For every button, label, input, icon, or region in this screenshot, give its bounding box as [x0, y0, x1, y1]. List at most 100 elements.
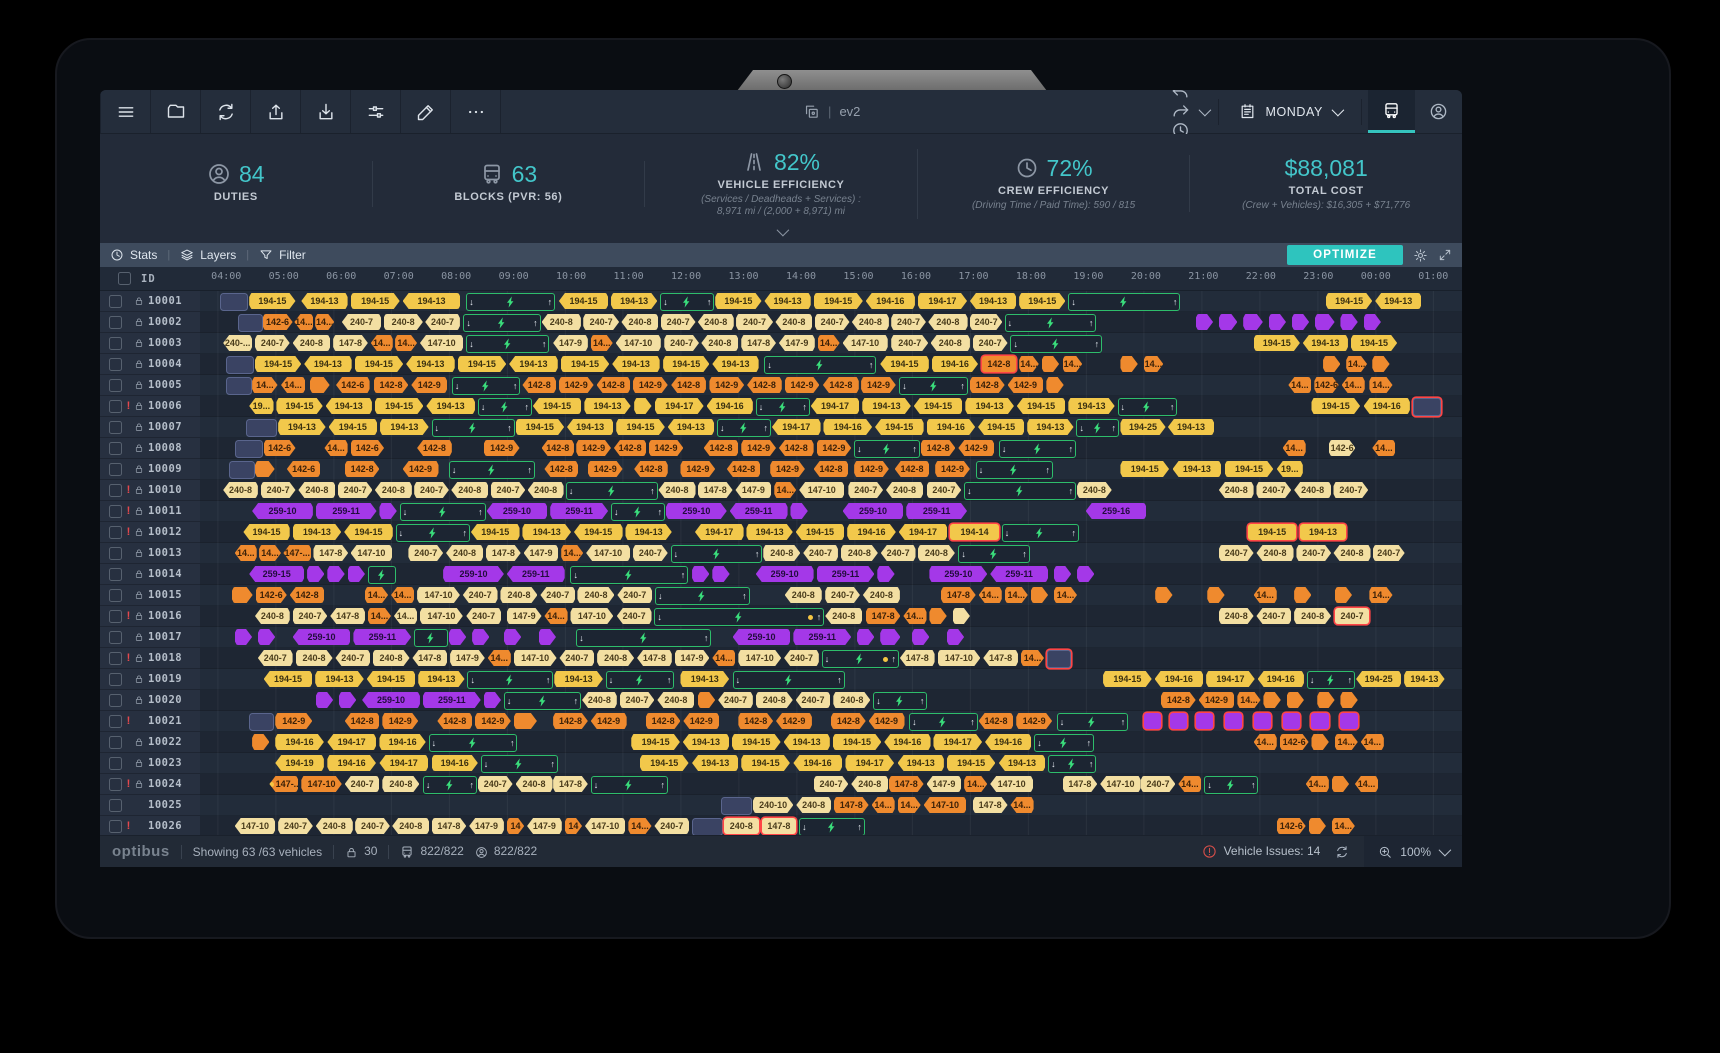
trip-block[interactable]: 147-10 [570, 608, 613, 624]
deadhead-block[interactable] [1309, 818, 1326, 834]
trip-block[interactable]: 240-8 [658, 482, 695, 498]
trip-block[interactable]: 19... [249, 398, 273, 414]
trip-block[interactable]: 240-7 [815, 314, 850, 330]
trip-block[interactable]: 240-7 [664, 335, 699, 351]
trip-block[interactable]: 240-8 [451, 482, 488, 498]
trip-block[interactable]: 240-7 [891, 335, 928, 351]
trip-block[interactable]: 259-10 [666, 503, 727, 519]
trip-block[interactable]: 142-9 [776, 713, 812, 729]
deadhead-block[interactable] [1031, 587, 1048, 603]
trip-block[interactable]: 194-25 [1356, 671, 1401, 687]
trip-block[interactable]: 194-15 [715, 293, 761, 309]
trip-block[interactable]: 194-15 [880, 356, 929, 372]
depot-block[interactable] [692, 818, 723, 835]
deadhead-block[interactable] [1294, 587, 1311, 603]
trip-block[interactable]: 14... [1054, 587, 1077, 603]
trip-block[interactable]: 194-13 [692, 755, 738, 771]
trip-block[interactable]: 194-13 [680, 671, 729, 687]
trip-block[interactable]: 14... [1178, 776, 1201, 792]
trip-block[interactable]: 14... [1361, 734, 1384, 750]
trip-block[interactable]: 240-8 [724, 818, 759, 834]
trip-block[interactable]: 142-9 [649, 440, 684, 456]
charging-block[interactable]: ↓↑ [452, 377, 521, 395]
menu-button[interactable] [100, 90, 151, 133]
trip-block[interactable]: 240-7 [478, 776, 513, 792]
deadhead-block[interactable] [449, 629, 466, 645]
trip-block[interactable]: 240-7 [814, 776, 849, 792]
trip-block[interactable]: 259-10 [443, 566, 504, 582]
trip-block[interactable]: 14... [391, 587, 414, 603]
layers-toggle[interactable]: Layers [180, 248, 236, 263]
trip-block[interactable]: 240-7 [338, 482, 373, 498]
account-button[interactable] [1415, 90, 1462, 133]
trip-block[interactable]: 194-13 [304, 356, 351, 372]
deadhead-block[interactable] [1225, 713, 1242, 729]
deadhead-block[interactable] [1077, 566, 1094, 582]
deadhead-block[interactable] [504, 629, 521, 645]
deadhead-block[interactable] [1254, 713, 1271, 729]
deadhead-block[interactable] [947, 629, 964, 645]
trip-block[interactable]: 240-8 [931, 335, 970, 351]
deadhead-block[interactable] [1054, 566, 1071, 582]
charging-block[interactable]: ↓↑ [976, 461, 1053, 479]
trip-block[interactable]: 240-8 [621, 314, 658, 330]
edit-button[interactable] [401, 90, 451, 133]
trip-block[interactable]: 194-13 [612, 356, 659, 372]
charging-block[interactable]: ↓↑ [1307, 671, 1355, 689]
trip-block[interactable]: 194-16 [432, 755, 478, 771]
trip-block[interactable]: 240-8 [223, 482, 258, 498]
deadhead-block[interactable] [698, 692, 715, 708]
trip-block[interactable]: 194-16 [379, 734, 425, 750]
trip-block[interactable]: 14 [507, 818, 524, 834]
trip-block[interactable]: 14... [488, 650, 511, 666]
trip-block[interactable]: 194-17 [655, 398, 704, 414]
trip-block[interactable]: 194-15 [329, 419, 378, 435]
trip-block[interactable]: 142-9 [1199, 692, 1235, 708]
trip-block[interactable]: 14... [1005, 587, 1028, 603]
trip-block[interactable]: 147-8 [333, 335, 368, 351]
trip-block[interactable]: 259-11 [316, 503, 377, 519]
trip-block[interactable]: 147-10 [585, 818, 626, 834]
trip-block[interactable]: 147-10 [938, 650, 981, 666]
trip-block[interactable]: 142-8 [970, 377, 1005, 393]
trip-block[interactable]: 194-13 [668, 419, 714, 435]
trip-block[interactable]: 142-9 [935, 461, 970, 477]
trip-block[interactable]: 240-7 [1296, 545, 1331, 561]
deadhead-block[interactable] [327, 566, 344, 582]
trip-block[interactable]: 259-11 [550, 503, 608, 519]
charging-block[interactable]: ↓↑ [660, 293, 714, 311]
trip-block[interactable]: 194-17 [379, 755, 428, 771]
trip-block[interactable]: 142-9 [741, 440, 776, 456]
trip-block[interactable]: 240-7 [540, 587, 575, 603]
trip-block[interactable]: 14... [1342, 377, 1365, 393]
trip-block[interactable]: 147-10 [1100, 776, 1141, 792]
trip-block[interactable]: 240-8 [701, 335, 738, 351]
deadhead-block[interactable] [1332, 776, 1349, 792]
trip-block[interactable]: 194-15 [1248, 524, 1297, 540]
trip-block[interactable]: 142-9 [785, 377, 820, 393]
charging-block[interactable]: ↓↑ [1057, 713, 1128, 731]
trip-block[interactable]: 14... [1372, 440, 1395, 456]
deadhead-block[interactable] [1283, 713, 1300, 729]
trip-block[interactable]: 142-9 [861, 377, 896, 393]
charging-block[interactable]: ↓↑ [1118, 398, 1178, 416]
sliders-button[interactable] [351, 90, 401, 133]
trip-block[interactable]: 147-8 [698, 482, 733, 498]
trip-block[interactable]: 19... [1277, 461, 1303, 477]
charging-block[interactable]: ↓↑ [733, 671, 845, 689]
trip-block[interactable]: 194-13 [1404, 671, 1445, 687]
deadhead-block[interactable] [1317, 692, 1334, 708]
charging-block[interactable]: ↓↑ [873, 692, 927, 710]
trip-block[interactable]: 147-10 [417, 587, 460, 603]
trip-block[interactable]: 240-7 [881, 545, 916, 561]
trip-block[interactable]: 240-8 [542, 314, 581, 330]
deadhead-block[interactable] [1372, 356, 1389, 372]
trip-block[interactable]: 240-8 [577, 587, 614, 603]
trip-block[interactable]: 194-13 [764, 293, 810, 309]
trip-block[interactable]: 194-16 [866, 293, 915, 309]
charging-block[interactable]: ↓↑ [570, 566, 688, 584]
deadhead-block[interactable] [252, 734, 269, 750]
trip-block[interactable]: 240-7 [718, 692, 753, 708]
trip-block[interactable]: 147-10 [990, 776, 1033, 792]
trip-block[interactable]: 194-13 [625, 524, 671, 540]
